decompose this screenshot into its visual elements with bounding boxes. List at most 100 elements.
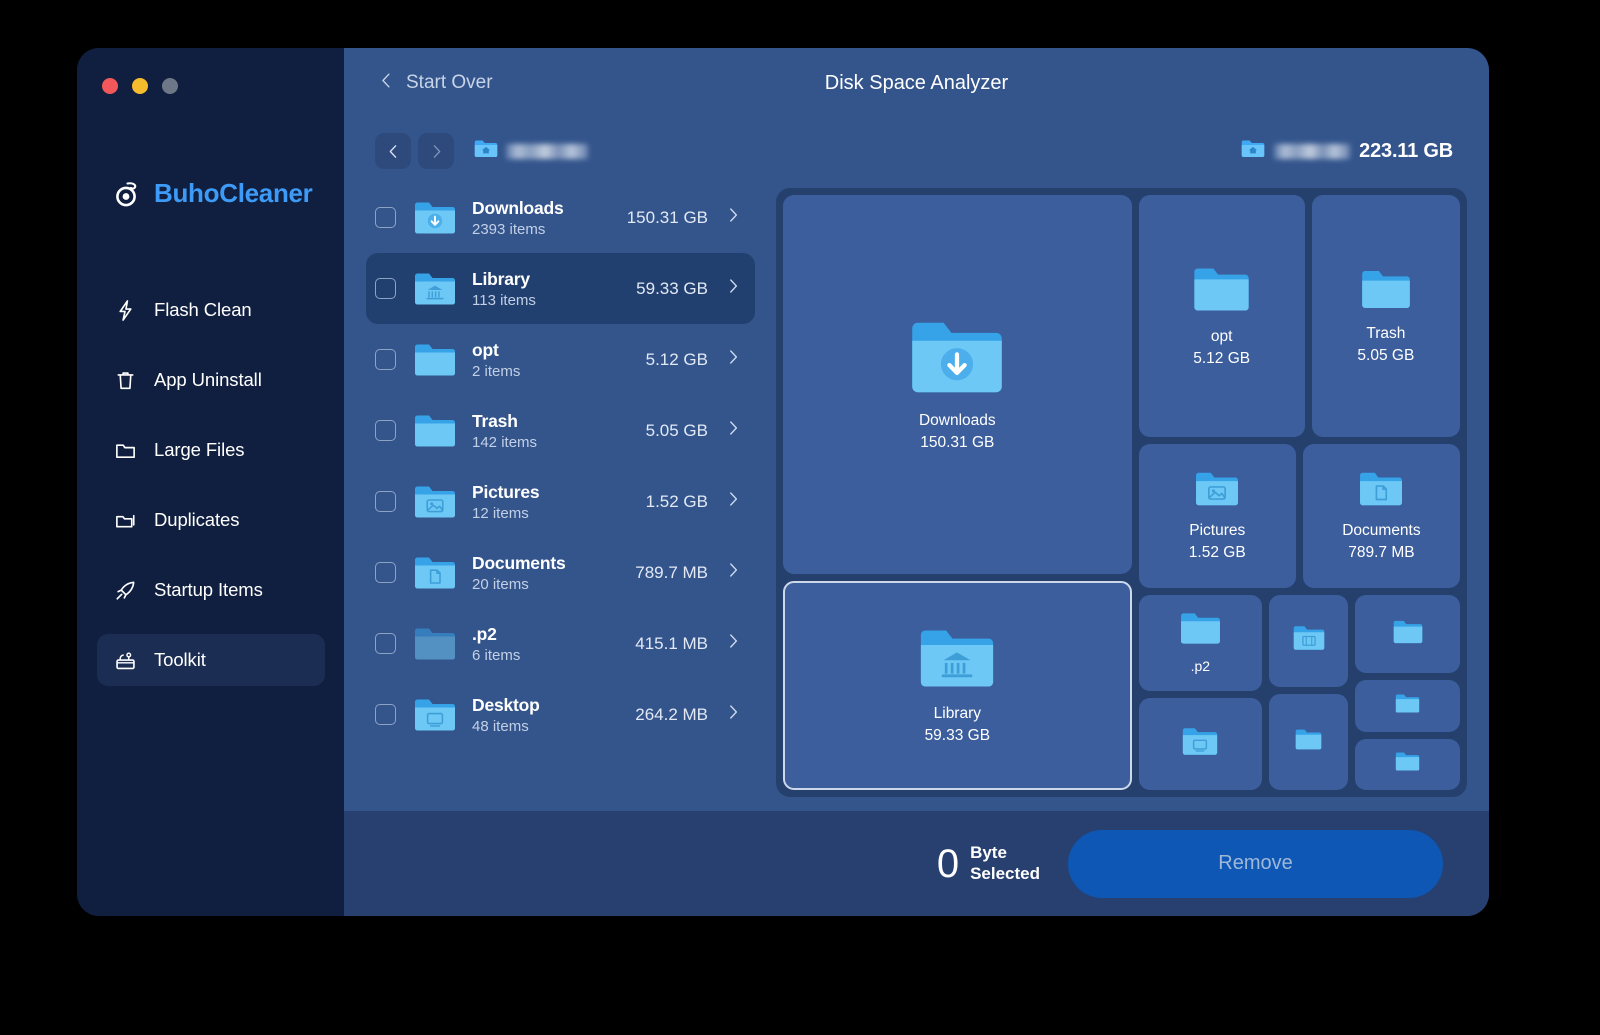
- chevron-right-icon[interactable]: [724, 206, 742, 229]
- start-over-label: Start Over: [406, 72, 493, 93]
- chevron-right-icon[interactable]: [724, 632, 742, 655]
- row-checkbox[interactable]: [375, 420, 396, 441]
- app-window: BuhoCleaner Flash Clean App Uninstall La…: [77, 48, 1489, 916]
- plain-folder-icon: [1180, 611, 1221, 651]
- row-checkbox[interactable]: [375, 491, 396, 512]
- row-size: 264.2 MB: [635, 704, 708, 724]
- row-checkbox[interactable]: [375, 278, 396, 299]
- treemap-tile-movies[interactable]: [1269, 594, 1349, 687]
- sidebar-item-large-files[interactable]: Large Files: [97, 424, 325, 476]
- treemap-tile-folder-c[interactable]: [1355, 680, 1460, 732]
- sidebar-item-label: Toolkit: [154, 649, 206, 670]
- trash-icon: [113, 368, 137, 392]
- breadcrumb-path-redacted: [506, 143, 588, 159]
- row-items: 20 items: [472, 575, 529, 593]
- treemap-tile-folder-b[interactable]: [1355, 594, 1460, 674]
- remove-button[interactable]: Remove: [1068, 829, 1443, 898]
- plain-folder-icon: [1295, 728, 1322, 756]
- plain-folder-icon: [1393, 619, 1423, 650]
- treemap-tile-folder-d[interactable]: [1355, 738, 1460, 790]
- main-panel: Start Over Disk Space Analyzer 223.11 GB…: [344, 48, 1489, 916]
- row-checkbox[interactable]: [375, 349, 396, 370]
- tile-size: 5.05 GB: [1357, 346, 1415, 364]
- pictures-folder-icon: [1195, 470, 1239, 513]
- row-size: 5.05 GB: [645, 420, 708, 440]
- table-row[interactable]: Documents 20 items 789.7 MB: [366, 537, 755, 608]
- treemap-tile-opt[interactable]: opt 5.12 GB: [1138, 195, 1305, 438]
- sidebar-item-app-uninstall[interactable]: App Uninstall: [97, 354, 325, 406]
- breadcrumb-path[interactable]: [474, 138, 588, 164]
- table-row[interactable]: .p2 6 items 415.1 MB: [366, 608, 755, 679]
- treemap-tile-pictures[interactable]: Pictures 1.52 GB: [1138, 444, 1296, 588]
- tile-label: Trash: [1366, 324, 1406, 342]
- tile-size: 59.33 GB: [924, 727, 991, 745]
- treemap-tile-trash[interactable]: Trash 5.05 GB: [1311, 195, 1460, 438]
- row-checkbox[interactable]: [375, 704, 396, 725]
- sidebar-item-duplicates[interactable]: Duplicates: [97, 494, 325, 546]
- tile-label: opt: [1210, 327, 1233, 345]
- plain-folder-icon: [1395, 751, 1420, 777]
- sidebar-item-startup-items[interactable]: Startup Items: [97, 564, 325, 616]
- table-row[interactable]: Downloads 2393 items 150.31 GB: [366, 182, 755, 253]
- tile-size: 789.7 MB: [1348, 543, 1415, 561]
- nav-back-button[interactable]: [375, 133, 411, 169]
- table-row[interactable]: opt 2 items 5.12 GB: [366, 324, 755, 395]
- home-folder-icon: [1241, 138, 1265, 164]
- treemap-tile-library[interactable]: Library 59.33 GB: [783, 581, 1132, 790]
- chevron-right-icon[interactable]: [724, 419, 742, 442]
- row-name: Downloads: [472, 197, 564, 218]
- chevron-right-icon[interactable]: [724, 703, 742, 726]
- brand-name: BuhoCleaner: [154, 178, 313, 208]
- chevron-right-icon[interactable]: [724, 348, 742, 371]
- tile-label: Documents: [1342, 521, 1421, 539]
- chevron-right-icon[interactable]: [724, 490, 742, 513]
- treemap: Downloads 150.31 GB Library 59.33 GB opt…: [776, 188, 1467, 797]
- row-name: Desktop: [472, 694, 540, 715]
- folder-icon: [113, 438, 137, 462]
- row-items: 6 items: [472, 646, 521, 664]
- row-text: .p2 6 items: [472, 624, 635, 664]
- page-title: Disk Space Analyzer: [824, 72, 1009, 94]
- selected-word: Selected: [970, 863, 1040, 883]
- table-row[interactable]: Trash 142 items 5.05 GB: [366, 395, 755, 466]
- sidebar-item-toolkit[interactable]: Toolkit: [97, 634, 325, 686]
- chevron-right-icon[interactable]: [724, 561, 742, 584]
- nav-forward-button[interactable]: [418, 133, 454, 169]
- row-items: 142 items: [472, 433, 538, 451]
- table-row[interactable]: Pictures 12 items 1.52 GB: [366, 466, 755, 537]
- desktop-folder-icon: [414, 697, 456, 733]
- documents-folder-icon: [414, 555, 456, 591]
- treemap-tile-folder-a[interactable]: [1269, 693, 1349, 790]
- row-text: Pictures 12 items: [472, 482, 646, 522]
- traffic-lights: [102, 78, 178, 94]
- row-checkbox[interactable]: [375, 633, 396, 654]
- table-row[interactable]: Library 113 items 59.33 GB: [366, 253, 755, 324]
- close-button[interactable]: [102, 78, 118, 94]
- row-checkbox[interactable]: [375, 207, 396, 228]
- table-row[interactable]: Desktop 48 items 264.2 MB: [366, 679, 755, 750]
- chevron-left-icon: [377, 71, 396, 95]
- treemap-tile-p2[interactable]: .p2: [1138, 594, 1263, 692]
- sidebar-item-label: Startup Items: [154, 579, 263, 600]
- row-name: .p2: [472, 623, 497, 644]
- home-folder-icon: [474, 138, 498, 164]
- row-items: 2393 items: [472, 220, 546, 238]
- disk-path-redacted: [1274, 143, 1351, 159]
- row-size: 59.33 GB: [636, 278, 708, 298]
- treemap-tile-documents[interactable]: Documents 789.7 MB: [1302, 444, 1461, 588]
- row-items: 48 items: [472, 717, 529, 735]
- file-list[interactable]: Downloads 2393 items 150.31 GB Library 1…: [344, 182, 770, 811]
- chevron-right-icon[interactable]: [724, 277, 742, 300]
- treemap-tile-desktop[interactable]: [1138, 698, 1263, 790]
- bottom-bar: 0 Byte Selected Remove: [344, 811, 1489, 916]
- start-over-button[interactable]: Start Over: [377, 71, 493, 95]
- minimize-button[interactable]: [132, 78, 148, 94]
- row-checkbox[interactable]: [375, 562, 396, 583]
- brand: BuhoCleaner: [112, 178, 313, 209]
- zoom-button[interactable]: [162, 78, 178, 94]
- selection-summary: 0 Byte Selected: [937, 843, 1040, 884]
- row-name: Pictures: [472, 481, 540, 502]
- treemap-tile-downloads[interactable]: Downloads 150.31 GB: [783, 195, 1132, 575]
- toolbox-icon: [113, 648, 137, 672]
- sidebar-item-flash-clean[interactable]: Flash Clean: [97, 284, 325, 336]
